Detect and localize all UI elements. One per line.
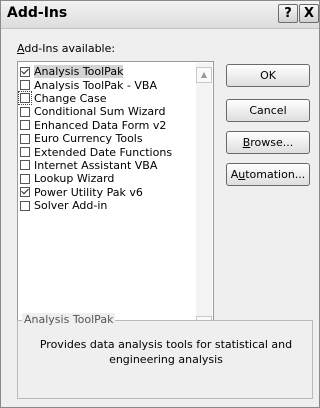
checkbox[interactable] (20, 66, 30, 77)
checkbox[interactable] (20, 120, 30, 131)
list-item-label: Power Utility Pak v6 (34, 185, 143, 199)
close-button[interactable]: X (299, 4, 319, 23)
add-ins-items: Analysis ToolPak Analysis ToolPak - VBA Ch… (18, 65, 194, 212)
ok-button[interactable]: OK (226, 64, 310, 87)
list-item-label: Conditional Sum Wizard (34, 105, 166, 119)
list-item[interactable]: Solver Add-in (20, 199, 194, 212)
checkbox[interactable] (20, 80, 30, 91)
list-item[interactable]: Analysis ToolPak - VBA (20, 78, 194, 92)
cancel-button[interactable]: Cancel (226, 99, 310, 122)
list-item-label: Analysis ToolPak (34, 65, 124, 79)
dialog-title: Add-Ins (7, 5, 68, 21)
list-scrollbar[interactable]: ▲ ▼ (196, 63, 212, 340)
list-item[interactable]: Enhanced Data Form v2 (20, 119, 194, 132)
description-group: Analysis ToolPak Provides data analysis … (17, 313, 313, 399)
description-text: Provides data analysis tools for statist… (39, 338, 293, 366)
browse-button[interactable]: Browse... (226, 131, 310, 154)
help-button[interactable]: ? (278, 4, 298, 23)
list-item[interactable]: Lookup Wizard (20, 172, 194, 185)
list-item-label: Change Case (34, 91, 107, 105)
list-item[interactable]: Euro Currency Tools (20, 132, 194, 145)
automation-button[interactable]: Automation... (226, 163, 310, 186)
description-title: Analysis ToolPak (22, 313, 116, 326)
checkbox[interactable] (20, 160, 30, 171)
scroll-up-arrow[interactable]: ▲ (196, 67, 212, 83)
list-item-label: Enhanced Data Form v2 (34, 118, 167, 132)
checkbox[interactable] (20, 133, 30, 144)
list-item-label: Solver Add-in (34, 199, 108, 213)
list-item[interactable]: Extended Date Functions (20, 145, 194, 159)
checkbox[interactable] (18, 91, 32, 106)
add-ins-dialog: Add-Ins ? X Add-Ins available: Analysis … (0, 0, 320, 408)
add-ins-available-label: Add-Ins available: (17, 42, 115, 55)
list-item-label: Analysis ToolPak - VBA (34, 78, 157, 92)
label-rest: dd-Ins available: (24, 42, 116, 55)
automation-label: tomation... (245, 168, 306, 181)
list-item-label: Internet Assistant VBA (34, 158, 158, 172)
checkbox[interactable] (20, 187, 30, 198)
add-ins-list[interactable]: Analysis ToolPak Analysis ToolPak - VBA Ch… (17, 61, 214, 342)
checkbox[interactable] (20, 200, 30, 211)
checkbox[interactable] (20, 147, 30, 158)
checkbox[interactable] (20, 106, 30, 117)
list-item[interactable]: Change Case (18, 91, 194, 106)
browse-label: rowse... (250, 136, 294, 149)
list-item[interactable]: Conditional Sum Wizard (20, 105, 194, 118)
list-item[interactable]: Power Utility Pak v6 (20, 186, 194, 199)
title-bar: Add-Ins ? X (1, 1, 319, 29)
list-item[interactable]: Analysis ToolPak (20, 65, 194, 79)
checkbox[interactable] (20, 173, 30, 184)
list-item-label: Euro Currency Tools (34, 132, 143, 146)
list-item-label: Extended Date Functions (34, 145, 173, 159)
list-item-label: Lookup Wizard (34, 172, 115, 186)
list-item[interactable]: Internet Assistant VBA (20, 159, 194, 172)
